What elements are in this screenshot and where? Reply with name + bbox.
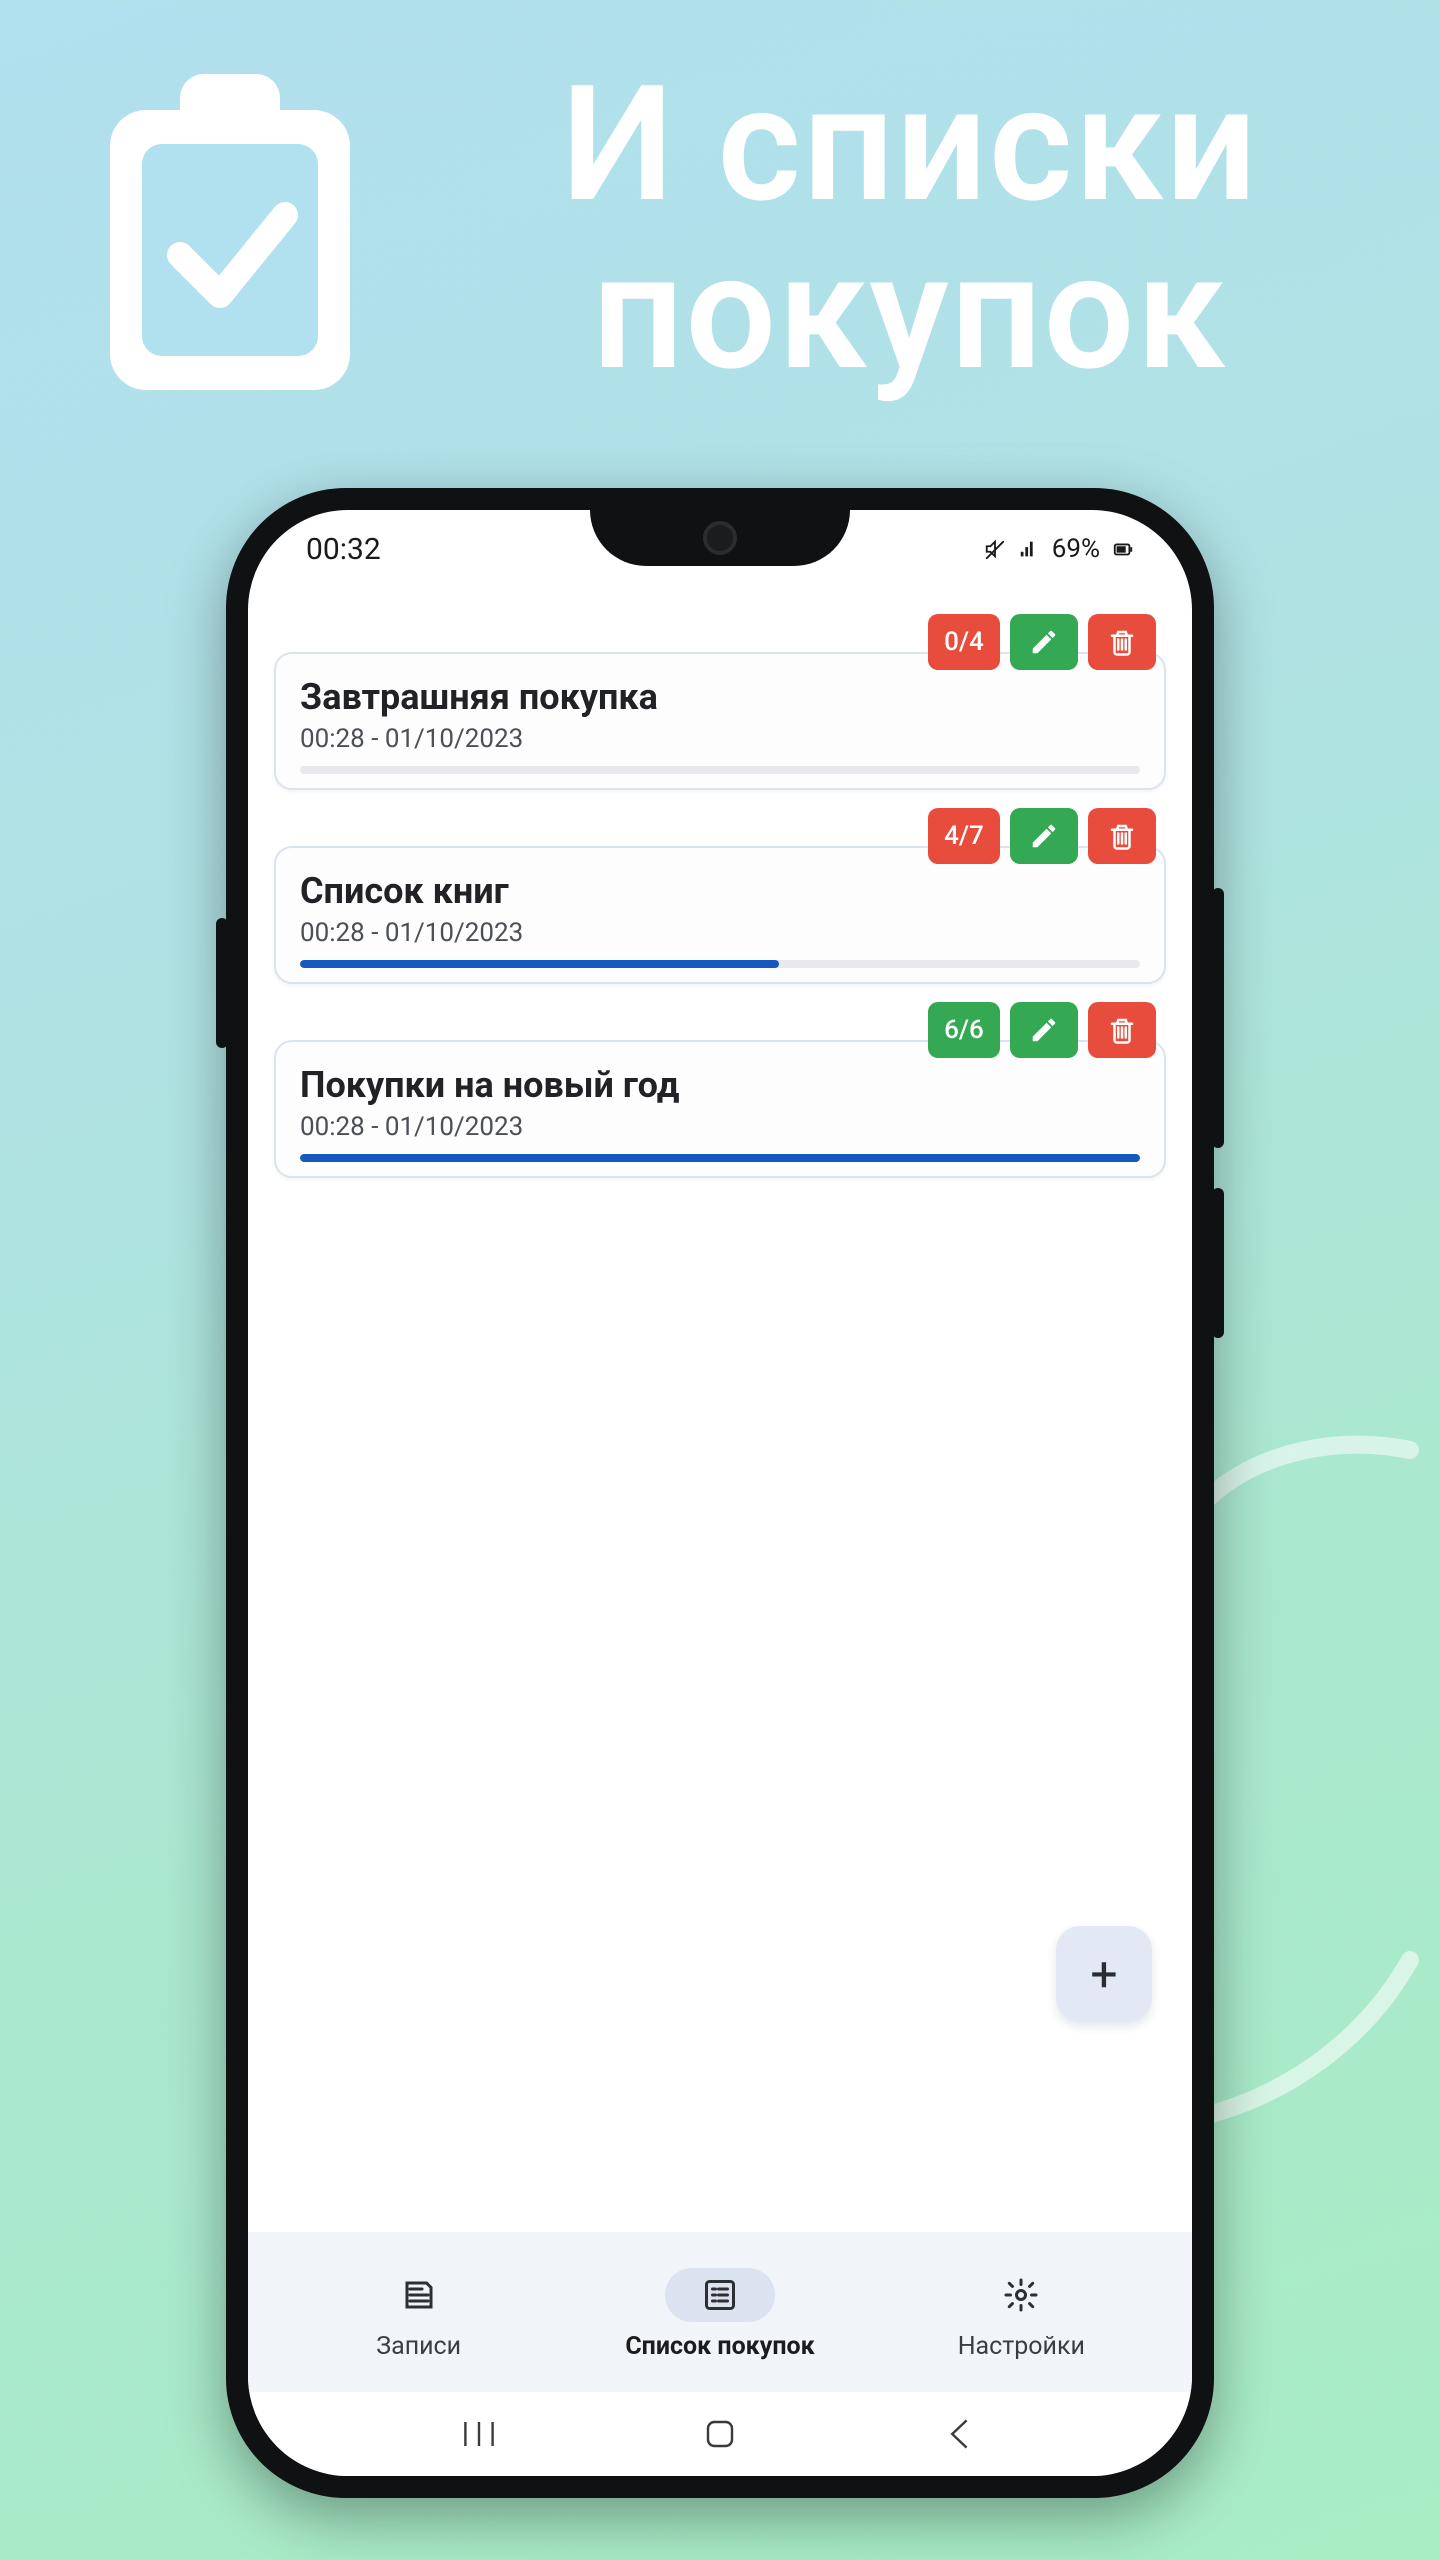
edit-button[interactable] (1010, 1002, 1078, 1058)
plus-icon: + (1090, 1946, 1117, 2003)
android-system-nav (248, 2392, 1192, 2476)
trash-icon (1107, 1015, 1137, 1045)
system-back-button[interactable] (931, 2409, 991, 2459)
add-list-fab[interactable]: + (1056, 1926, 1152, 2022)
list-timestamp: 00:28 - 01/10/2023 (300, 1112, 1140, 1142)
card-actions: 4/7 (928, 808, 1156, 864)
shopping-list-card[interactable]: 6/6 Покупки на новый год 00:28 - 01/10/2… (274, 1040, 1166, 1178)
note-icon (401, 2277, 437, 2313)
nav-label: Настройки (958, 2332, 1085, 2361)
phone-frame: 00:32 69% 0/4 Завтрашняя покупка 00:28 -… (226, 488, 1214, 2498)
nav-icon-wrap (966, 2268, 1076, 2322)
nav-icon-wrap (364, 2268, 474, 2322)
phone-notch (590, 510, 850, 566)
promo-headline: И списки покупок (420, 62, 1440, 398)
pencil-icon (1029, 1015, 1059, 1045)
progress-badge: 4/7 (928, 808, 1000, 864)
card-actions: 0/4 (928, 614, 1156, 670)
settings-icon (1003, 2277, 1039, 2313)
list-title: Завтрашняя покупка (300, 676, 1140, 718)
bottom-nav: Записи Список покупок Настройки (248, 2232, 1192, 2392)
clipboard-check-icon (80, 60, 380, 400)
nav-icon-wrap (665, 2268, 775, 2322)
list-timestamp: 00:28 - 01/10/2023 (300, 918, 1140, 948)
shopping-list-card[interactable]: 0/4 Завтрашняя покупка 00:28 - 01/10/202… (274, 652, 1166, 790)
list-title: Покупки на новый год (300, 1064, 1140, 1106)
battery-icon (1112, 538, 1134, 560)
progress-track (300, 1154, 1140, 1162)
delete-button[interactable] (1088, 808, 1156, 864)
trash-icon (1107, 627, 1137, 657)
list-title: Список книг (300, 870, 1140, 912)
delete-button[interactable] (1088, 1002, 1156, 1058)
promo-header: И списки покупок (0, 60, 1440, 400)
phone-side-button-right-1 (1212, 888, 1224, 1148)
trash-icon (1107, 821, 1137, 851)
progress-track (300, 766, 1140, 774)
edit-button[interactable] (1010, 614, 1078, 670)
signal-icon (1018, 538, 1040, 560)
list-icon (702, 2277, 738, 2313)
progress-fill (300, 960, 779, 968)
edit-button[interactable] (1010, 808, 1078, 864)
status-time: 00:32 (306, 532, 381, 567)
status-battery-text: 69% (1052, 534, 1100, 564)
progress-fill (300, 1154, 1140, 1162)
nav-label: Список покупок (625, 2332, 814, 2361)
delete-button[interactable] (1088, 614, 1156, 670)
progress-badge: 6/6 (928, 1002, 1000, 1058)
nav-item-list[interactable]: Список покупок (569, 2268, 870, 2361)
list-timestamp: 00:28 - 01/10/2023 (300, 724, 1140, 754)
phone-screen: 00:32 69% 0/4 Завтрашняя покупка 00:28 -… (248, 510, 1192, 2476)
content-area: 0/4 Завтрашняя покупка 00:28 - 01/10/202… (248, 588, 1192, 2232)
phone-side-button-right-2 (1212, 1188, 1224, 1338)
progress-badge: 0/4 (928, 614, 1000, 670)
progress-track (300, 960, 1140, 968)
status-indicators: 69% (984, 534, 1134, 564)
pencil-icon (1029, 821, 1059, 851)
shopping-list-card[interactable]: 4/7 Список книг 00:28 - 01/10/2023 (274, 846, 1166, 984)
mute-icon (984, 538, 1006, 560)
system-home-button[interactable] (690, 2409, 750, 2459)
card-actions: 6/6 (928, 1002, 1156, 1058)
nav-label: Записи (376, 2332, 461, 2361)
phone-side-button-left (216, 918, 228, 1048)
system-recents-button[interactable] (449, 2409, 509, 2459)
nav-item-note[interactable]: Записи (268, 2268, 569, 2361)
nav-item-settings[interactable]: Настройки (871, 2268, 1172, 2361)
pencil-icon (1029, 627, 1059, 657)
